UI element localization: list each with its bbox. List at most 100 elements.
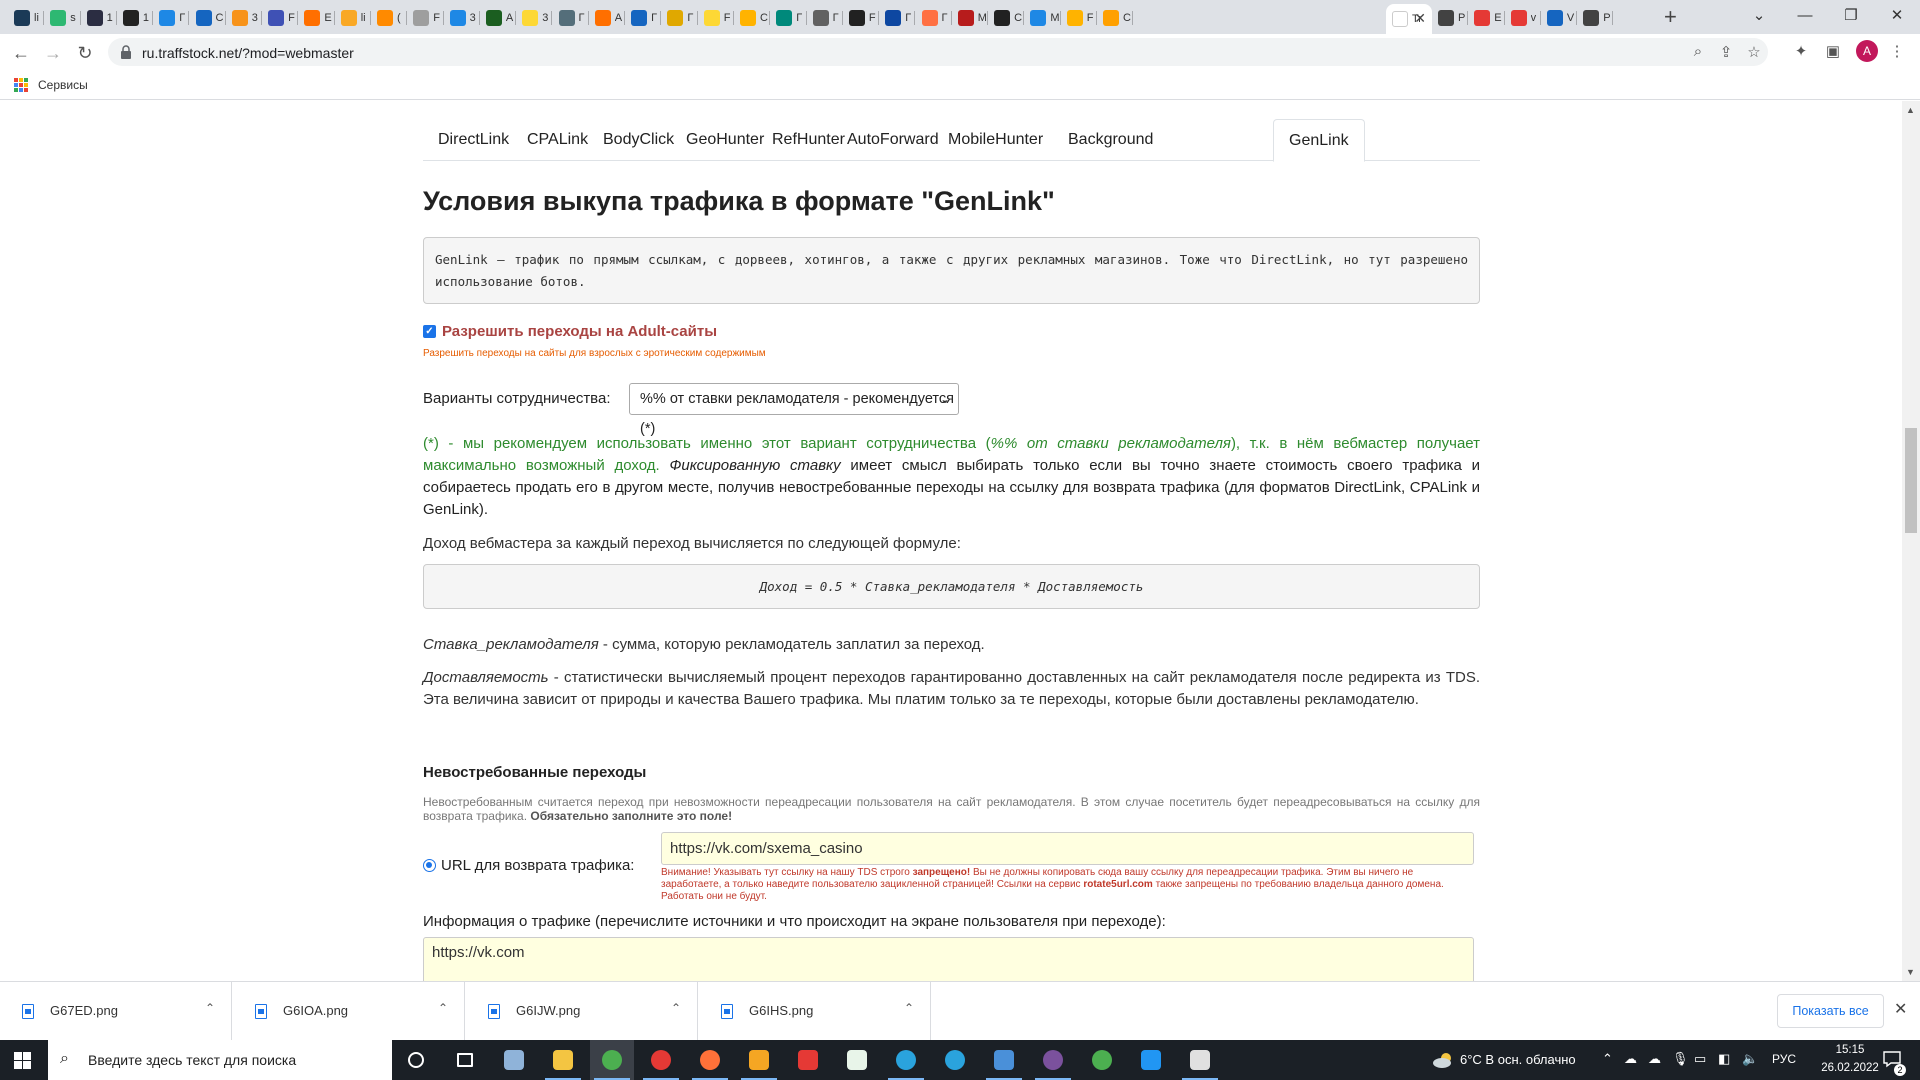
browser-tab-active[interactable]: Tr ✕ <box>1386 4 1432 34</box>
weather-text[interactable]: 6°C В осн. облачно <box>1460 1052 1576 1067</box>
chevron-up-icon[interactable]: ⌃ <box>205 1001 215 1015</box>
window-close-button[interactable]: ✕ <box>1874 4 1920 28</box>
xbox-icon[interactable] <box>1080 1040 1124 1080</box>
chevron-up-icon[interactable]: ⌃ <box>1602 1051 1613 1067</box>
apps-grid-icon[interactable] <box>14 78 28 92</box>
app-icon[interactable] <box>982 1040 1026 1080</box>
show-all-downloads-button[interactable]: Показать все <box>1777 994 1884 1028</box>
back-icon[interactable]: ← <box>8 40 34 66</box>
return-url-row[interactable]: URL для возврата трафика: <box>423 857 634 874</box>
chevron-up-icon[interactable]: ⌃ <box>904 1001 914 1015</box>
clock-date[interactable]: 26.02.2022 <box>1820 1062 1880 1074</box>
profile-avatar[interactable]: A <box>1856 40 1878 62</box>
browser-tab[interactable]: С <box>988 4 1025 32</box>
scrollbar-thumb[interactable] <box>1905 428 1917 533</box>
browser-tab[interactable]: Г <box>661 4 698 32</box>
browser-tab[interactable]: F <box>843 4 880 32</box>
tab-search-button[interactable]: ⌄ <box>1736 4 1782 28</box>
window-icon[interactable] <box>1178 1040 1222 1080</box>
browser-tab[interactable]: M <box>952 4 989 32</box>
maximize-button[interactable]: ❐ <box>1828 4 1874 28</box>
return-url-radio[interactable] <box>423 859 436 872</box>
volume-icon[interactable]: 🔈 <box>1742 1051 1758 1067</box>
browser-tab[interactable]: Е <box>298 4 335 32</box>
browser-tab[interactable]: Р <box>1432 4 1469 32</box>
excel-icon[interactable] <box>835 1040 879 1080</box>
scroll-up-icon[interactable]: ▲ <box>1906 105 1915 115</box>
download-item[interactable]: G6IOA.png ⌃ <box>233 982 465 1040</box>
chevron-up-icon[interactable]: ⌃ <box>438 1001 448 1015</box>
browser-tab[interactable]: 3 <box>516 4 553 32</box>
return-url-input[interactable]: https://vk.com/sxema_casino <box>661 832 1474 865</box>
chevron-up-icon[interactable]: ⌃ <box>671 1001 681 1015</box>
new-tab-button[interactable]: + <box>1664 5 1677 29</box>
download-item[interactable]: G6IHS.png ⌃ <box>699 982 931 1040</box>
close-icon[interactable]: ✕ <box>1894 999 1907 1019</box>
nav-tab-background[interactable]: Background <box>1053 119 1168 161</box>
browser-tab[interactable]: v <box>1505 4 1541 32</box>
browser-tab[interactable]: Г <box>153 4 190 32</box>
cooperation-select[interactable]: %% от ставки рекламодателя - рекомендует… <box>629 383 959 437</box>
extensions-icon[interactable]: ✦ <box>1790 42 1812 60</box>
chrome-icon[interactable] <box>590 1040 634 1080</box>
share-icon[interactable]: ⇪ <box>1716 43 1736 61</box>
cortana-icon[interactable] <box>394 1040 438 1080</box>
browser-tab[interactable]: 3 <box>226 4 263 32</box>
archicad-icon[interactable] <box>737 1040 781 1080</box>
browser-tab[interactable]: Р <box>1577 4 1614 32</box>
traffic-info-textarea[interactable]: https://vk.com <box>423 937 1474 981</box>
adult-checkbox-label[interactable]: Разрешить переходы на Adult-сайты <box>442 323 717 340</box>
cloud-icon[interactable]: ☁ <box>1648 1051 1661 1067</box>
browser-tab[interactable]: Г <box>553 4 589 32</box>
browser-tab[interactable]: Г <box>916 4 952 32</box>
browser-tab[interactable]: V <box>1541 4 1578 32</box>
gem-icon[interactable] <box>1129 1040 1173 1080</box>
reload-icon[interactable]: ↻ <box>72 40 98 66</box>
nav-tab-mobilehunter[interactable]: MobileHunter <box>933 119 1058 161</box>
menu-icon[interactable]: ⋮ <box>1886 42 1908 60</box>
browser-tab[interactable]: li <box>8 4 45 32</box>
onedrive-icon[interactable]: ☁ <box>1624 1051 1637 1067</box>
browser-tab[interactable]: M <box>1024 4 1061 32</box>
download-item[interactable]: G6IJW.png ⌃ <box>466 982 698 1040</box>
nav-tab-genlink[interactable]: GenLink <box>1273 119 1365 162</box>
minimize-button[interactable]: — <box>1782 4 1828 28</box>
forward-icon[interactable]: → <box>40 40 66 66</box>
adult-checkbox[interactable]: ✓ <box>423 325 436 338</box>
browser-tab[interactable]: A <box>589 4 626 32</box>
browser-tab[interactable]: Е <box>1468 4 1505 32</box>
browser-tab[interactable]: 1 <box>117 4 154 32</box>
browser-tab[interactable]: F <box>262 4 299 32</box>
browser-tab[interactable]: С <box>734 4 771 32</box>
browser-tab[interactable]: F <box>1061 4 1097 32</box>
telegram-icon[interactable] <box>884 1040 928 1080</box>
browser-tab[interactable]: ( <box>371 4 408 32</box>
browser-tab[interactable]: 1 <box>81 4 117 32</box>
browser-tab[interactable]: F <box>407 4 444 32</box>
nav-tab-directlink[interactable]: DirectLink <box>423 119 524 161</box>
clock-time[interactable]: 15:15 <box>1820 1044 1880 1056</box>
browser-tab[interactable]: 3 <box>444 4 480 32</box>
monitor-icon[interactable]: ▭ <box>1694 1051 1706 1067</box>
yandex-browser-icon[interactable] <box>639 1040 683 1080</box>
browser-tab[interactable]: A <box>480 4 517 32</box>
microphone-icon[interactable]: 🎙 <box>1672 1051 1689 1067</box>
sidepanel-icon[interactable]: ▣ <box>1822 42 1844 60</box>
download-item[interactable]: G67ED.png ⌃ <box>0 982 232 1040</box>
page-scrollbar[interactable]: ▲ ▼ <box>1902 101 1920 981</box>
notepad-icon[interactable] <box>492 1040 536 1080</box>
browser-tab[interactable]: li <box>335 4 371 32</box>
return-url-label[interactable]: URL для возврата трафика: <box>441 857 634 874</box>
apps-bookmark-label[interactable]: Сервисы <box>38 78 88 92</box>
browser-tab[interactable]: С <box>1097 4 1134 32</box>
star-icon[interactable]: ☆ <box>1744 43 1764 61</box>
taskbar-search-box[interactable]: ⌕ Введите здесь текст для поиска <box>48 1040 392 1080</box>
adult-checkbox-row[interactable]: ✓ Разрешить переходы на Adult-сайты <box>423 323 717 340</box>
zoom-icon[interactable]: ⌕ <box>1688 43 1708 60</box>
explorer-icon[interactable] <box>541 1040 585 1080</box>
address-bar[interactable]: ru.traffstock.net/?mod=webmaster ⌕ ⇪ ☆ <box>108 38 1768 66</box>
firefox-icon[interactable] <box>688 1040 732 1080</box>
viber-icon[interactable] <box>1031 1040 1075 1080</box>
browser-tab[interactable]: s <box>44 4 81 32</box>
yandex-icon[interactable] <box>786 1040 830 1080</box>
